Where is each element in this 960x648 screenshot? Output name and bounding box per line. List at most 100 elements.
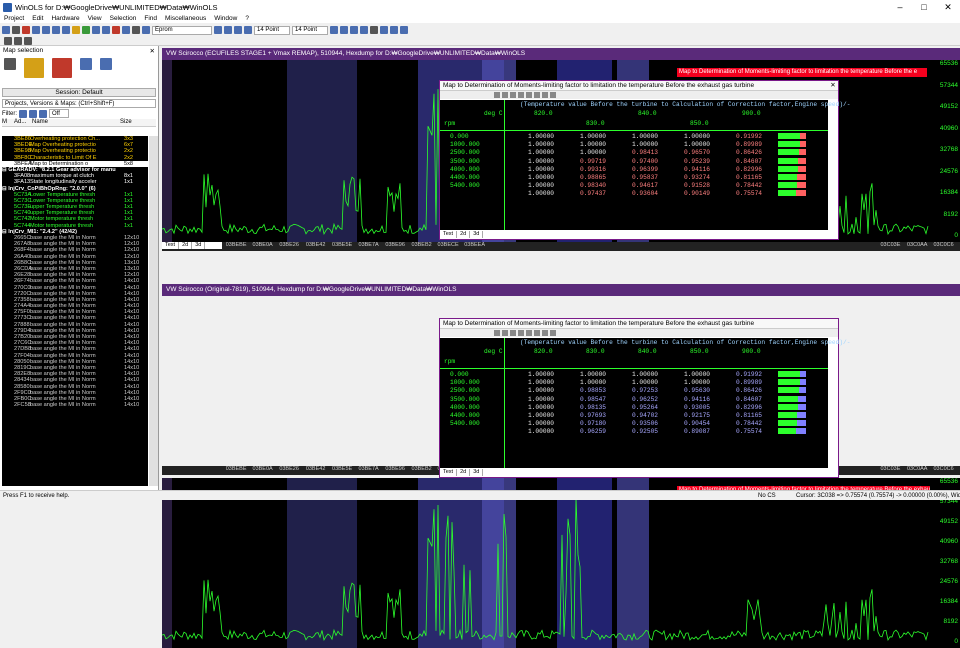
folder-icon[interactable] bbox=[72, 26, 80, 34]
open-icon[interactable] bbox=[2, 26, 10, 34]
tool-icon[interactable] bbox=[518, 92, 524, 98]
tile-icon[interactable] bbox=[14, 36, 22, 45]
tool-icon[interactable] bbox=[518, 330, 524, 336]
map-window-top[interactable]: Map to Determination of Moments-limiting… bbox=[439, 80, 850, 240]
mark-icon[interactable] bbox=[112, 26, 120, 34]
view-tab-3d[interactable]: 3d bbox=[192, 242, 206, 249]
menu-item-6[interactable]: Miscellaneous bbox=[161, 15, 210, 22]
grid-icon[interactable] bbox=[132, 26, 140, 34]
menu-item-3[interactable]: View bbox=[84, 15, 106, 22]
col-name[interactable]: Name bbox=[32, 119, 120, 126]
close-button[interactable]: ✕ bbox=[936, 0, 960, 14]
minimize-button[interactable]: – bbox=[888, 0, 912, 14]
tool-icon[interactable] bbox=[494, 92, 500, 98]
export-icon[interactable] bbox=[100, 58, 112, 70]
tool-icon[interactable] bbox=[542, 92, 548, 98]
tool-icon[interactable] bbox=[526, 330, 532, 336]
bold-icon[interactable] bbox=[330, 26, 338, 34]
import-icon[interactable] bbox=[80, 58, 92, 70]
compare-icon[interactable] bbox=[122, 26, 130, 34]
map-table-top[interactable]: (Temperature value Before the turbine to… bbox=[440, 100, 850, 230]
project-search-input[interactable]: Projects, Versions & Maps: (Ctrl+Shift+F… bbox=[2, 99, 156, 108]
project-icon[interactable] bbox=[52, 58, 72, 78]
menu-item-7[interactable]: Window bbox=[210, 15, 241, 22]
map-table-bottom[interactable]: (Temperature value Before the turbine to… bbox=[440, 338, 850, 468]
minus-icon[interactable] bbox=[400, 26, 408, 34]
tool-icon[interactable] bbox=[510, 330, 516, 336]
font-size-select-2[interactable]: 14 Point bbox=[292, 25, 328, 35]
menu-item-0[interactable]: Project bbox=[0, 15, 28, 22]
value-bar bbox=[797, 420, 806, 427]
stop-icon[interactable] bbox=[22, 26, 30, 34]
col-size[interactable]: Size bbox=[120, 119, 132, 126]
map-list-scrollbar[interactable] bbox=[149, 136, 158, 486]
col-address[interactable]: Ad... bbox=[14, 119, 32, 126]
view-tab-3d[interactable]: 3d bbox=[470, 231, 484, 238]
view4-icon[interactable] bbox=[244, 26, 252, 34]
map-cell: 0.93274 bbox=[684, 174, 710, 181]
save-icon[interactable] bbox=[12, 26, 20, 34]
tool-icon[interactable] bbox=[550, 330, 556, 336]
bottom-graph[interactable]: Map to Determination of Moments-limiting… bbox=[162, 478, 960, 648]
signed-icon[interactable] bbox=[350, 26, 358, 34]
view-tab-text[interactable]: Text bbox=[440, 469, 458, 476]
checksum-icon[interactable] bbox=[82, 26, 90, 34]
window-icon[interactable] bbox=[4, 36, 12, 45]
panel-close-icon[interactable]: ✕ bbox=[150, 47, 155, 55]
tool-icon[interactable] bbox=[510, 92, 516, 98]
percent-icon[interactable] bbox=[380, 26, 388, 34]
view-tab-2d[interactable]: 2d bbox=[179, 242, 193, 249]
col-m[interactable]: M bbox=[2, 119, 14, 126]
tool-icon[interactable] bbox=[494, 330, 500, 336]
next-icon[interactable] bbox=[52, 26, 60, 34]
tool-icon[interactable] bbox=[502, 330, 508, 336]
swap-icon[interactable] bbox=[360, 26, 368, 34]
address-label: 03C0C6 bbox=[933, 242, 954, 248]
menu-item-5[interactable]: Find bbox=[140, 15, 161, 22]
tool-icon[interactable] bbox=[550, 92, 556, 98]
view-tab-text[interactable]: Text bbox=[440, 231, 458, 238]
last-icon[interactable] bbox=[62, 26, 70, 34]
tool-icon[interactable] bbox=[534, 330, 540, 336]
hex-icon[interactable] bbox=[92, 26, 100, 34]
view-tab-text[interactable]: Text bbox=[162, 242, 180, 249]
menu-item-2[interactable]: Hardware bbox=[47, 15, 83, 22]
map-window-top-close-icon[interactable]: ✕ bbox=[828, 81, 838, 90]
first-icon[interactable] bbox=[32, 26, 40, 34]
tool-icon[interactable] bbox=[534, 92, 540, 98]
plus-icon[interactable] bbox=[390, 26, 398, 34]
zoom-icon[interactable] bbox=[142, 26, 150, 34]
view2-icon[interactable] bbox=[224, 26, 232, 34]
tool-icon[interactable] bbox=[542, 330, 548, 336]
value-bar bbox=[778, 403, 798, 410]
eprom-select[interactable]: Eprom bbox=[152, 25, 212, 35]
filter-select[interactable]: Off bbox=[49, 109, 69, 118]
tool-icon[interactable] bbox=[526, 92, 532, 98]
value-bar bbox=[778, 379, 800, 386]
filter3-icon[interactable] bbox=[39, 109, 47, 118]
cascade-icon[interactable] bbox=[24, 36, 32, 45]
open-folder-icon[interactable] bbox=[24, 58, 44, 78]
menu-item-8[interactable]: ? bbox=[241, 15, 253, 22]
view3-icon[interactable] bbox=[234, 26, 242, 34]
hexmode-icon[interactable] bbox=[340, 26, 348, 34]
session-button[interactable]: Session: Default bbox=[2, 88, 156, 97]
font-size-select-1[interactable]: 14 Point bbox=[254, 25, 290, 35]
map-window-bottom[interactable]: Map to Determination of Moments-limiting… bbox=[439, 318, 850, 478]
menu-item-4[interactable]: Selection bbox=[106, 15, 141, 22]
view-tab-2d[interactable]: 2d bbox=[457, 469, 471, 476]
text-icon[interactable] bbox=[102, 26, 110, 34]
prev-icon[interactable] bbox=[42, 26, 50, 34]
width-icon[interactable] bbox=[370, 26, 378, 34]
menu-item-1[interactable]: Edit bbox=[28, 15, 47, 22]
tool-icon[interactable] bbox=[502, 92, 508, 98]
view-tab-2d[interactable]: 2d bbox=[457, 231, 471, 238]
copy-icon[interactable] bbox=[4, 58, 16, 70]
view-icon[interactable] bbox=[214, 26, 222, 34]
view-tab-3d[interactable]: 3d bbox=[470, 469, 484, 476]
list-item[interactable]: 2FC58 base angle the MI in Norm 14x10 bbox=[2, 402, 148, 408]
filter-icon[interactable] bbox=[19, 109, 27, 118]
filter2-icon[interactable] bbox=[29, 109, 37, 118]
maximize-button[interactable]: □ bbox=[912, 0, 936, 14]
